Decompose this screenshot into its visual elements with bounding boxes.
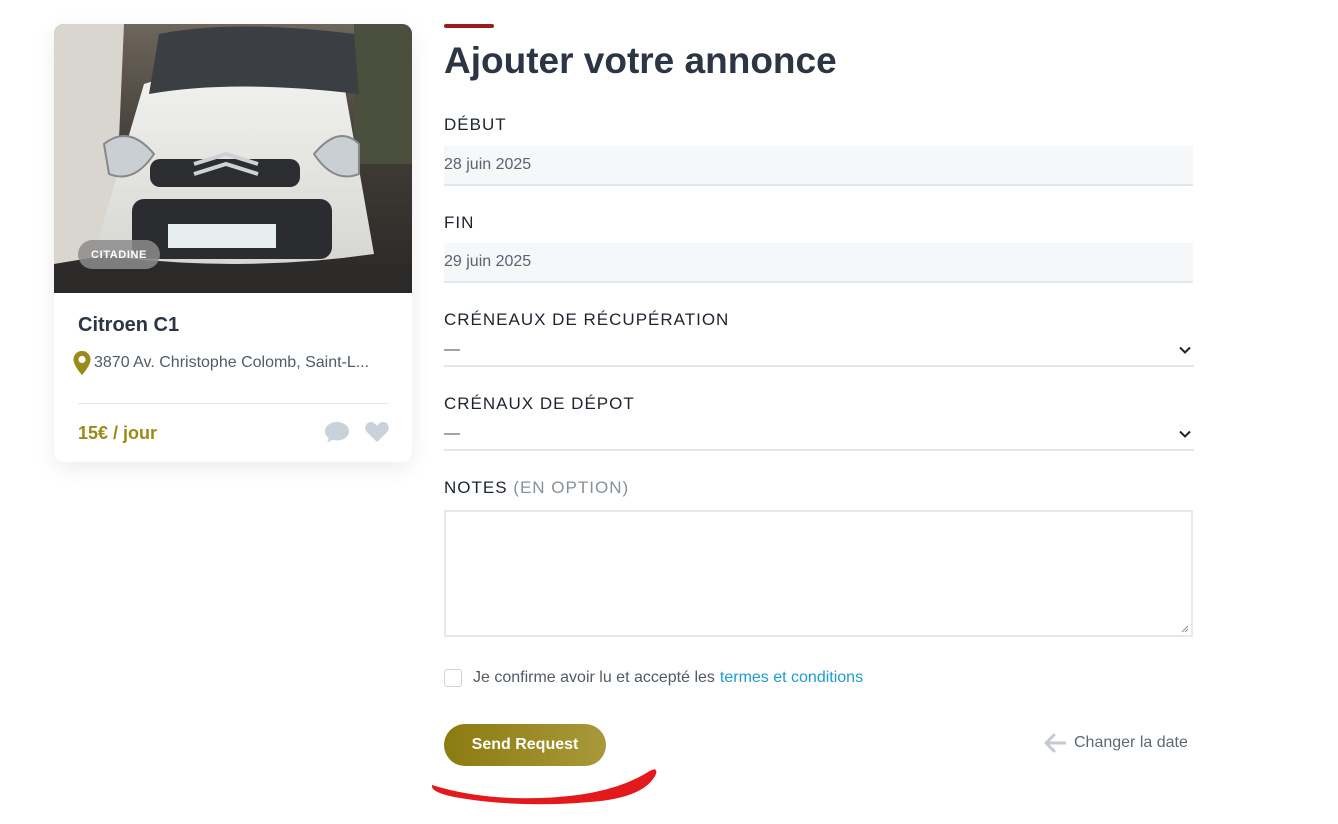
dropoff-slots-value: —: [444, 425, 460, 442]
pickup-slots-select[interactable]: —: [444, 335, 1194, 367]
chevron-down-icon: [1179, 346, 1191, 354]
title-accent-bar: [444, 24, 494, 28]
notes-textarea[interactable]: [444, 510, 1193, 637]
chevron-down-icon: [1179, 430, 1191, 438]
dropoff-slots-select[interactable]: —: [444, 419, 1194, 451]
pickup-slots-value: —: [444, 341, 460, 358]
heart-icon[interactable]: [364, 420, 390, 444]
map-pin-icon: [73, 351, 91, 375]
terms-link[interactable]: termes et conditions: [720, 669, 863, 687]
listing-address: 3870 Av. Christophe Colomb, Saint-L...: [94, 354, 370, 371]
change-date-link[interactable]: Changer la date: [1044, 733, 1188, 753]
listing-title[interactable]: Citroen C1: [78, 314, 179, 337]
listing-price: 15€ / jour: [78, 423, 158, 443]
change-date-label: Changer la date: [1074, 734, 1188, 751]
end-date-input[interactable]: 29 juin 2025: [444, 243, 1193, 283]
terms-consent: Je confirme avoir lu et accepté les term…: [444, 669, 863, 687]
booking-page: CITADINE Citroen C1 3870 Av. Christophe …: [0, 0, 1338, 824]
resize-handle-icon[interactable]: [1179, 623, 1189, 633]
dropoff-slots-label: CRÉNAUX DE DÉPOT: [444, 394, 635, 413]
page-title: Ajouter votre annonce: [444, 40, 837, 81]
notes-optional-hint: (EN OPTION): [513, 478, 630, 497]
listing-card[interactable]: CITADINE Citroen C1 3870 Av. Christophe …: [54, 24, 412, 462]
listing-location: 3870 Av. Christophe Colomb, Saint-L...: [72, 350, 392, 376]
red-underline-annotation: [431, 769, 657, 805]
terms-consent-text: Je confirme avoir lu et accepté les: [473, 669, 715, 686]
pickup-slots-label: CRÉNEAUX DE RÉCUPÉRATION: [444, 310, 730, 329]
start-date-label: DÉBUT: [444, 115, 507, 134]
category-badge: CITADINE: [78, 240, 160, 269]
terms-checkbox[interactable]: [444, 669, 462, 687]
notes-label: NOTES (EN OPTION): [444, 478, 629, 498]
notes-label-text: NOTES: [444, 478, 508, 497]
chat-bubble-icon[interactable]: [324, 420, 350, 444]
end-date-label: FIN: [444, 213, 475, 232]
start-date-input[interactable]: 28 juin 2025: [444, 146, 1193, 186]
card-divider: [78, 403, 388, 404]
arrow-left-icon: [1044, 733, 1066, 753]
